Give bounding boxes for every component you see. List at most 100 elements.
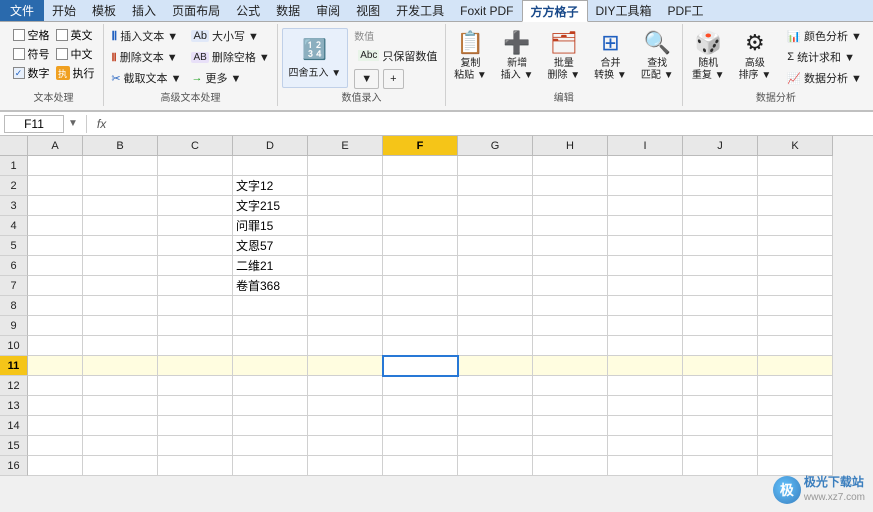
cell-F8[interactable] — [383, 296, 458, 316]
cell-K15[interactable] — [758, 436, 833, 456]
chk-blank[interactable]: 空格 — [11, 26, 52, 44]
cell-E2[interactable] — [308, 176, 383, 196]
cell-E6[interactable] — [308, 256, 383, 276]
cell-B8[interactable] — [83, 296, 158, 316]
cell-I15[interactable] — [608, 436, 683, 456]
cell-F11[interactable] — [383, 356, 458, 376]
cell-G11[interactable] — [458, 356, 533, 376]
row-header-10[interactable]: 10 — [0, 336, 28, 356]
row-header-3[interactable]: 3 — [0, 196, 28, 216]
cell-G7[interactable] — [458, 276, 533, 296]
menu-data[interactable]: 数据 — [268, 0, 308, 21]
cell-A12[interactable] — [28, 376, 83, 396]
cell-J6[interactable] — [683, 256, 758, 276]
cell-H3[interactable] — [533, 196, 608, 216]
cell-G13[interactable] — [458, 396, 533, 416]
cell-J8[interactable] — [683, 296, 758, 316]
cell-I16[interactable] — [608, 456, 683, 476]
cell-H4[interactable] — [533, 216, 608, 236]
cell-C12[interactable] — [158, 376, 233, 396]
cell-E13[interactable] — [308, 396, 383, 416]
cell-A1[interactable] — [28, 156, 83, 176]
cell-H5[interactable] — [533, 236, 608, 256]
cell-A6[interactable] — [28, 256, 83, 276]
btn-new-insert[interactable]: ➕ 新增插入 ▼ — [495, 26, 540, 86]
cell-J15[interactable] — [683, 436, 758, 456]
cell-C8[interactable] — [158, 296, 233, 316]
cell-J10[interactable] — [683, 336, 758, 356]
cell-F14[interactable] — [383, 416, 458, 436]
btn-case[interactable]: Ab 大小写 ▼ — [187, 26, 273, 46]
cell-B5[interactable] — [83, 236, 158, 256]
cell-C6[interactable] — [158, 256, 233, 276]
cell-G2[interactable] — [458, 176, 533, 196]
btn-more[interactable]: → 更多 ▼ — [187, 68, 273, 88]
chk-number[interactable]: 数字 — [11, 64, 52, 82]
cell-C16[interactable] — [158, 456, 233, 476]
row-header-13[interactable]: 13 — [0, 396, 28, 416]
cell-I3[interactable] — [608, 196, 683, 216]
menu-insert[interactable]: 插入 — [124, 0, 164, 21]
cell-D6[interactable]: 二维21 — [233, 256, 308, 276]
menu-review[interactable]: 审阅 — [308, 0, 348, 21]
cell-K10[interactable] — [758, 336, 833, 356]
cell-I1[interactable] — [608, 156, 683, 176]
btn-stats[interactable]: Σ 统计求和 ▼ — [783, 47, 866, 67]
cell-A4[interactable] — [28, 216, 83, 236]
cell-G6[interactable] — [458, 256, 533, 276]
cell-D15[interactable] — [233, 436, 308, 456]
cell-E9[interactable] — [308, 316, 383, 336]
cell-F1[interactable] — [383, 156, 458, 176]
col-header-D[interactable]: D — [233, 136, 308, 156]
cell-J1[interactable] — [683, 156, 758, 176]
cell-D1[interactable] — [233, 156, 308, 176]
cell-E15[interactable] — [308, 436, 383, 456]
cell-K8[interactable] — [758, 296, 833, 316]
cell-K9[interactable] — [758, 316, 833, 336]
cell-F12[interactable] — [383, 376, 458, 396]
btn-dropdown-num[interactable]: ▼ — [354, 69, 379, 89]
cell-B9[interactable] — [83, 316, 158, 336]
col-header-F[interactable]: F — [383, 136, 458, 156]
cell-F7[interactable] — [383, 276, 458, 296]
cell-J11[interactable] — [683, 356, 758, 376]
row-header-6[interactable]: 6 — [0, 256, 28, 276]
cell-E1[interactable] — [308, 156, 383, 176]
btn-color-analysis[interactable]: 📊 颜色分析 ▼ — [783, 26, 866, 46]
btn-find[interactable]: 🔍 查找匹配 ▼ — [635, 26, 680, 86]
btn-extract-text[interactable]: ✂ 截取文本 ▼ — [107, 68, 185, 88]
row-header-15[interactable]: 15 — [0, 436, 28, 456]
cell-H13[interactable] — [533, 396, 608, 416]
chk-chinese[interactable]: 中文 — [54, 45, 97, 63]
cell-A10[interactable] — [28, 336, 83, 356]
cell-D7[interactable]: 卷首368 — [233, 276, 308, 296]
cell-B6[interactable] — [83, 256, 158, 276]
cell-F9[interactable] — [383, 316, 458, 336]
row-header-12[interactable]: 12 — [0, 376, 28, 396]
cell-B10[interactable] — [83, 336, 158, 356]
cell-F3[interactable] — [383, 196, 458, 216]
chk-blank-box[interactable] — [13, 29, 25, 41]
cell-E16[interactable] — [308, 456, 383, 476]
cell-A14[interactable] — [28, 416, 83, 436]
chk-english[interactable]: 英文 — [54, 26, 97, 44]
cell-F5[interactable] — [383, 236, 458, 256]
cell-C11[interactable] — [158, 356, 233, 376]
row-header-8[interactable]: 8 — [0, 296, 28, 316]
btn-round[interactable]: 🔢 四舍五入 ▼ — [282, 28, 349, 88]
cell-J9[interactable] — [683, 316, 758, 336]
cell-F16[interactable] — [383, 456, 458, 476]
row-header-16[interactable]: 16 — [0, 456, 28, 476]
cell-A13[interactable] — [28, 396, 83, 416]
cell-E8[interactable] — [308, 296, 383, 316]
cell-G14[interactable] — [458, 416, 533, 436]
row-header-4[interactable]: 4 — [0, 216, 28, 236]
cell-G8[interactable] — [458, 296, 533, 316]
cell-J7[interactable] — [683, 276, 758, 296]
cell-I5[interactable] — [608, 236, 683, 256]
chk-execute[interactable]: 执 执行 — [54, 64, 97, 82]
cell-G12[interactable] — [458, 376, 533, 396]
cell-F2[interactable] — [383, 176, 458, 196]
cell-F13[interactable] — [383, 396, 458, 416]
cell-G4[interactable] — [458, 216, 533, 236]
